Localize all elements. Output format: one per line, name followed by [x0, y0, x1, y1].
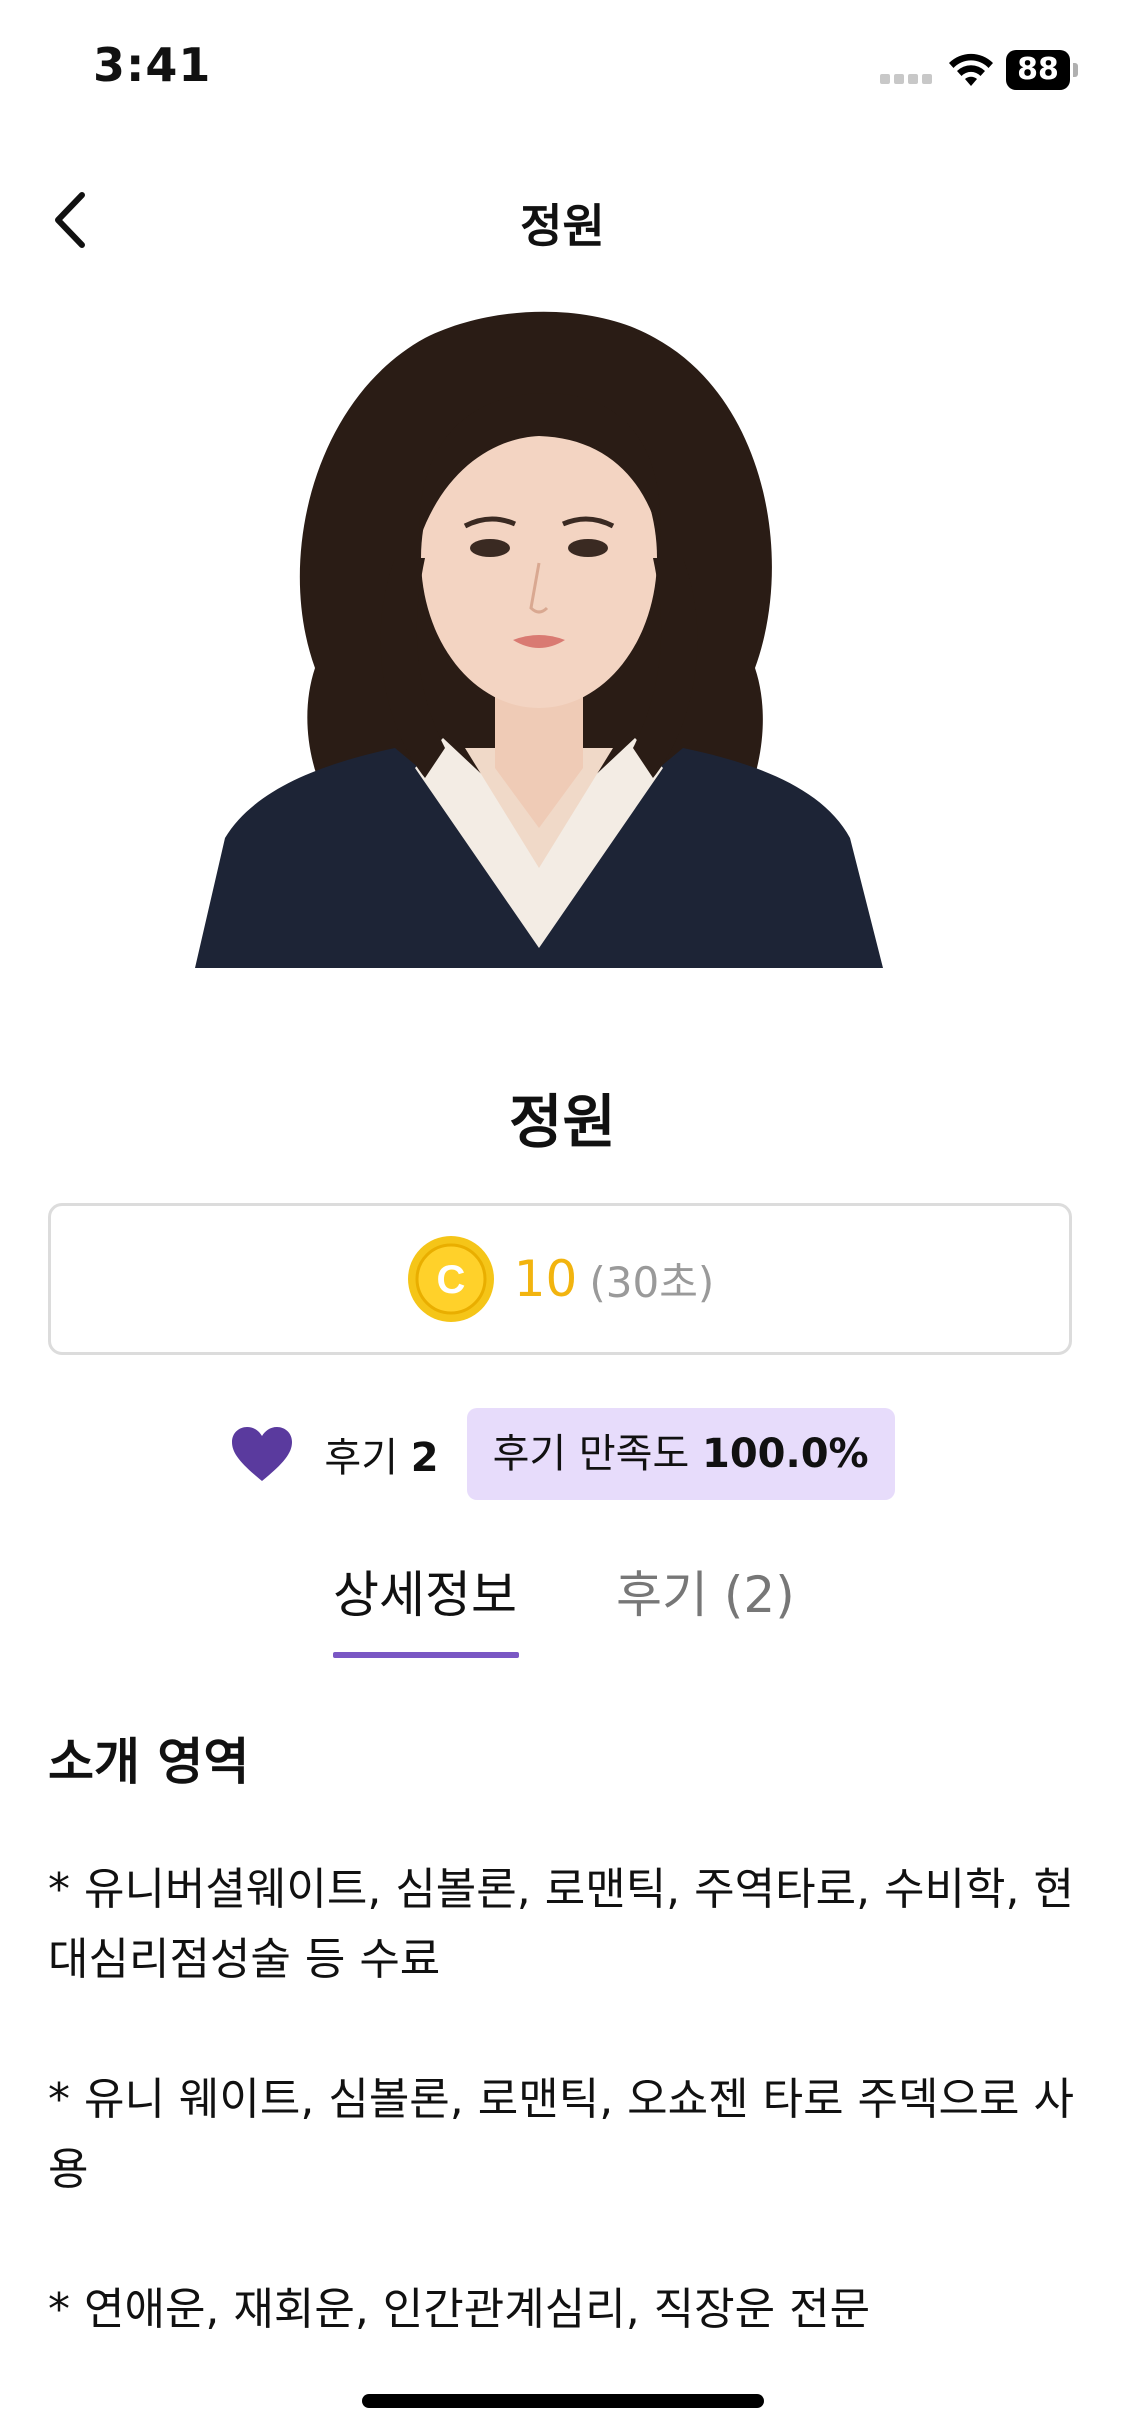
battery-level: 88 — [1006, 50, 1070, 90]
coin-icon: C — [407, 1236, 494, 1322]
heart-icon — [232, 1427, 293, 1481]
nav-bar: 정원 — [0, 160, 1125, 280]
tab-reviews[interactable]: 후기 (2) — [616, 1555, 795, 1655]
coin-letter: C — [436, 1258, 465, 1302]
review-count-value: 2 — [410, 1435, 439, 1481]
price-box: C 10 (30초) — [48, 1203, 1072, 1355]
active-tab-indicator — [333, 1652, 519, 1658]
review-count: 후기 2 — [324, 1425, 438, 1483]
satisfaction-badge: 후기 만족도 100.0% — [466, 1408, 895, 1500]
price-unit: (30초) — [589, 1257, 715, 1307]
battery-icon: 88 — [1006, 50, 1078, 90]
price-value: 10 — [513, 1250, 578, 1308]
satisfaction-value: 100.0% — [702, 1431, 869, 1477]
status-bar: 3:41 88 — [0, 0, 1125, 140]
satisfaction-label: 후기 만족도 — [492, 1431, 690, 1477]
intro-section-title: 소개 영역 — [48, 1733, 250, 1791]
expert-name: 정원 — [509, 1088, 616, 1156]
stats-row: 후기 2 후기 만족도 100.0% — [0, 1408, 1125, 1500]
home-indicator — [362, 2394, 764, 2408]
profile-photo — [195, 308, 883, 968]
tab-detail-info[interactable]: 상세정보 — [333, 1555, 517, 1655]
wifi-icon — [949, 53, 993, 86]
tab-bar: 상세정보 후기 (2) — [0, 1555, 1125, 1660]
signal-dots-icon — [880, 74, 936, 84]
intro-body: * 유니버셜웨이트, 심볼론, 로맨틱, 주역타로, 수비학, 현대심리점성술 … — [48, 1864, 1074, 2335]
status-time: 3:41 — [93, 38, 212, 92]
review-count-label: 후기 — [324, 1435, 398, 1481]
page-title: 정원 — [520, 199, 605, 253]
